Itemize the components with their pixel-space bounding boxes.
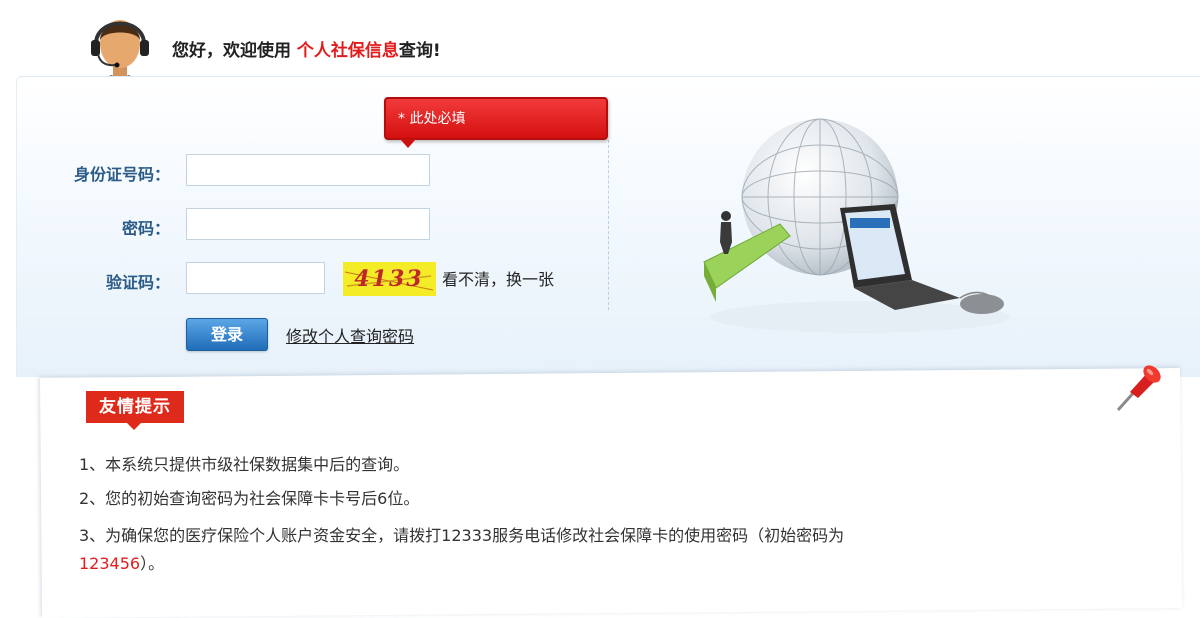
greeting-highlight: 个人社保信息 (296, 41, 399, 61)
tip-item-1: 1、本系统只提供市级社保数据集中后的查询。 (79, 455, 410, 474)
id-number-input[interactable] (186, 154, 430, 186)
greeting-prefix: 您好，欢迎使用 (172, 41, 297, 61)
captcha-image[interactable]: 4133 (343, 262, 436, 296)
password-label: 密码： (121, 219, 170, 238)
login-button[interactable]: 登录 (186, 318, 268, 351)
tip-item-3-text: 3、为确保您的医疗保险个人账户资金安全，请拨打12333服务电话修改社会保障卡的… (79, 526, 845, 545)
greeting-suffix: 查询! (398, 41, 441, 61)
id-number-label: 身份证号码： (73, 165, 170, 184)
captcha-text: 4133 (354, 266, 423, 292)
password-input[interactable] (186, 208, 430, 240)
notice-tag-arrow (127, 423, 141, 430)
change-password-link[interactable]: 修改个人查询密码 (286, 323, 414, 347)
panel-divider (608, 140, 609, 310)
globe-keyboard-illustration (703, 118, 1010, 333)
required-field-tooltip: * 此处必填 (384, 97, 608, 140)
refresh-captcha-link[interactable]: 看不清，换一张 (442, 266, 554, 290)
notice-tag: 友情提示 (86, 391, 184, 423)
tip-item-2: 2、您的初始查询密码为社会保障卡卡号后6位。 (79, 489, 420, 508)
push-pin-icon (1116, 365, 1161, 412)
tip-item-3-end: ）。 (140, 554, 165, 573)
captcha-input[interactable] (186, 262, 325, 294)
welcome-heading: 您好，欢迎使用 个人社保信息查询! (172, 36, 441, 61)
initial-password-value: 123456 (79, 554, 141, 573)
tip-item-3: 3、为确保您的医疗保险个人账户资金安全，请拨打12333服务电话修改社会保障卡的… (79, 522, 979, 578)
tooltip-arrow (400, 139, 416, 148)
captcha-label: 验证码： (105, 273, 170, 292)
